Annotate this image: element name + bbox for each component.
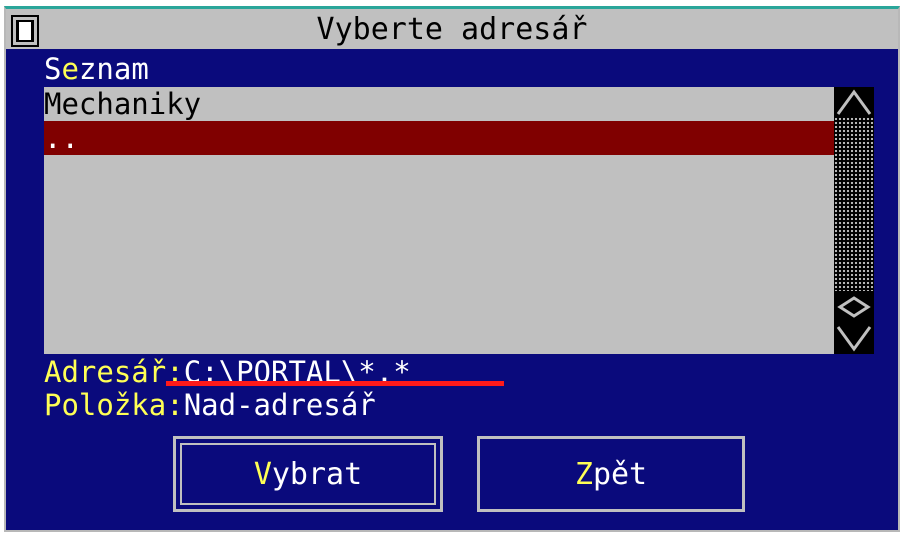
select-button[interactable]: Vybrat [173,436,443,512]
back-button-label: pět [592,456,648,492]
list-heading-hotkey: e [61,52,79,86]
list-heading: Seznam [44,53,149,85]
directory-label: Adresář: [44,355,184,389]
vertical-scrollbar[interactable] [834,87,874,354]
list-heading-first: S [44,52,62,86]
scroll-up-arrow-icon[interactable] [834,87,874,117]
item-value: Nad-adresář [183,388,376,422]
select-directory-dialog: Vyberte adresář Seznam Mechaniky .. Adre… [4,6,900,532]
back-button-hotkey: Z [574,456,593,492]
title-bar: Vyberte adresář [6,9,898,49]
back-button[interactable]: Zpět [477,436,745,512]
list-heading-rest: znam [78,52,149,86]
scroll-thumb-icon[interactable] [834,292,874,322]
select-button-label: ybrat [271,456,363,492]
red-annotation-underline [166,381,504,386]
scroll-down-arrow-icon[interactable] [834,324,874,354]
list-item-drives[interactable]: Mechaniky [44,87,834,121]
list-item-parent-directory[interactable]: .. [44,121,834,155]
scroll-track[interactable] [834,117,874,291]
dialog-title: Vyberte adresář [316,12,588,47]
item-label: Položka: [44,388,184,422]
item-row: Položka:Nad-adresář [44,389,376,421]
directory-list[interactable]: Mechaniky .. [44,87,874,354]
select-button-hotkey: V [253,456,272,492]
